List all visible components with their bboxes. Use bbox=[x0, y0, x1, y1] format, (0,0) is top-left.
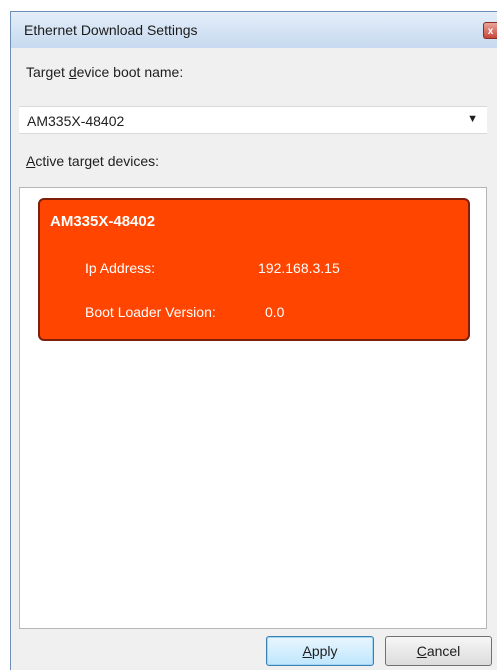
ip-address-value: 192.168.3.15 bbox=[258, 260, 340, 276]
boot-name-label-post: evice boot name: bbox=[76, 64, 184, 80]
boot-name-label-pre: Target bbox=[26, 64, 69, 80]
active-devices-list[interactable]: AM335X-48402 Ip Address: 192.168.3.15 Bo… bbox=[19, 187, 487, 629]
boot-name-label-accel: d bbox=[68, 64, 77, 80]
chevron-down-icon[interactable]: ▼ bbox=[467, 113, 478, 125]
active-devices-label: Active target devices: bbox=[26, 153, 159, 169]
cancel-rest: ancel bbox=[426, 643, 461, 659]
active-devices-label-accel: A bbox=[26, 153, 36, 169]
close-icon: x bbox=[487, 26, 494, 37]
boot-name-dropdown[interactable]: AM335X-48402 ▼ bbox=[19, 106, 487, 134]
apply-button[interactable]: Apply bbox=[266, 636, 374, 666]
active-devices-label-post: ctive target devices: bbox=[35, 153, 160, 169]
boot-loader-version-value: 0.0 bbox=[265, 304, 285, 320]
boot-name-label: Target device boot name: bbox=[26, 64, 183, 80]
apply-rest: pply bbox=[311, 643, 338, 659]
cancel-accel: C bbox=[416, 643, 427, 659]
boot-loader-version-label: Boot Loader Version: bbox=[85, 304, 216, 320]
close-button[interactable]: x bbox=[483, 22, 497, 39]
boot-name-value: AM335X-48402 bbox=[27, 113, 125, 129]
ip-address-label: Ip Address: bbox=[85, 260, 156, 276]
device-card[interactable]: AM335X-48402 Ip Address: 192.168.3.15 Bo… bbox=[38, 198, 470, 341]
dialog-title: Ethernet Download Settings bbox=[24, 22, 198, 38]
cancel-button[interactable]: Cancel bbox=[385, 636, 492, 666]
title-bar[interactable]: Ethernet Download Settings bbox=[11, 12, 497, 48]
apply-accel: A bbox=[302, 643, 312, 659]
device-name: AM335X-48402 bbox=[50, 213, 156, 230]
